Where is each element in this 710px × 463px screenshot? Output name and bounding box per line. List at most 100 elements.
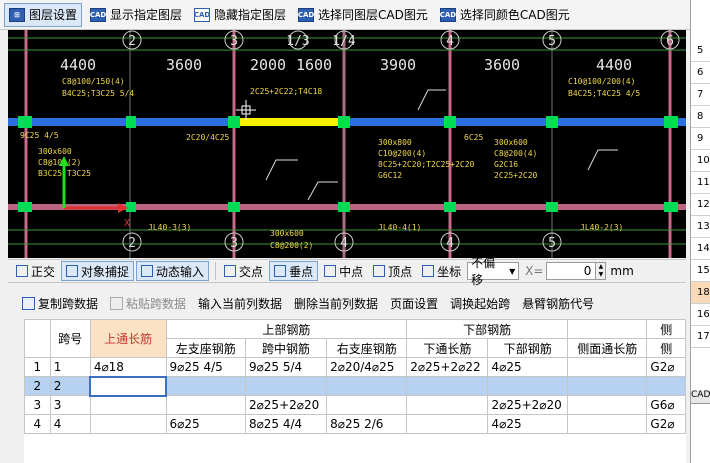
cantilever-code-button[interactable]: 悬臂钢筋代号 [522,295,594,312]
cad-annotation: 300x600 [270,229,304,238]
table-cell[interactable]: 8⌀25 4/4 [244,414,328,434]
list-item[interactable]: 11 [691,172,710,194]
table-cell[interactable]: 9⌀25 4/5 [165,357,246,377]
axis-label: 3 [230,236,238,251]
table-cell[interactable]: G2⌀ [646,357,686,377]
cad-annotation: G2C16 [494,160,518,169]
table-cell[interactable] [326,376,408,396]
cad-drawing-canvas[interactable]: 2 3 1/3 1/4 4 5 6 2 3 4 4 5 4400 3600 20… [8,30,686,258]
swap-start-span-button[interactable]: 调换起始跨 [450,295,510,312]
x-spinner[interactable]: ▲ ▼ [596,262,607,280]
intersection-toggle[interactable]: 交点 [220,261,267,281]
table-cell[interactable] [406,395,489,415]
intersection-icon [224,265,237,277]
table-cell[interactable]: 3 [49,395,91,415]
table-cell[interactable]: 4 [49,414,91,434]
col-header: 下部钢筋 [487,338,568,358]
table-cell[interactable] [566,376,648,396]
object-snap-icon [66,265,79,277]
dimension-text: 1600 [296,56,332,74]
table-cell[interactable]: 2 [49,376,91,396]
table-cell[interactable] [566,357,648,377]
side-header-spacer [566,319,648,339]
offset-select[interactable]: 不偏移 ▼ [467,256,520,287]
row-number: 2 [24,376,51,396]
axis-label: 5 [548,236,556,251]
list-item[interactable]: 9 [691,128,710,150]
table-cell[interactable] [244,376,328,396]
toolbar-separator [215,262,217,280]
select-same-layer-button[interactable]: CAD 选择同图层CAD图元 [294,3,432,27]
table-cell[interactable]: G6⌀ [646,395,686,415]
table-cell[interactable] [326,395,408,415]
top-through-header: 上通长筋 [89,319,167,358]
hide-layer-button[interactable]: CAD 隐藏指定图层 [190,3,290,27]
input-column-button[interactable]: 输入当前列数据 [198,295,282,312]
table-cell[interactable] [406,414,489,434]
table-cell[interactable]: 2⌀20/4⌀25 [326,357,408,377]
midpoint-icon [324,265,337,277]
dynamic-input-toggle[interactable]: 动态输入 [136,261,210,281]
table-cell[interactable]: 4⌀25 [487,414,568,434]
list-item[interactable]: 18 [691,282,710,304]
table-row-selected[interactable]: 2 2 [24,375,686,397]
list-item[interactable]: 7 [691,84,710,106]
dimension-text: 2000 [250,56,286,74]
table-row[interactable]: 1 1 4⌀18 9⌀25 4/5 9⌀25 5/4 2⌀20/4⌀25 2⌀2… [24,357,686,377]
layer-settings-icon: ⊞ [9,7,25,22]
list-item[interactable]: 5 [691,40,710,62]
table-cell[interactable]: 2⌀25+2⌀20 [244,395,328,415]
table-cell[interactable]: 6⌀25 [165,414,246,434]
list-item[interactable]: 16 [691,304,710,326]
table-cell[interactable] [566,395,648,415]
table-cell[interactable] [487,376,568,396]
list-item[interactable]: 17 [691,326,710,348]
coordinate-toggle[interactable]: 坐标 [418,261,465,281]
table-cell[interactable] [89,414,167,434]
list-item[interactable]: 8 [691,106,710,128]
table-cell[interactable] [165,376,246,396]
hide-layer-icon: CAD [194,7,210,22]
right-side-panel: 5 6 7 8 9 10 11 12 13 14 15 18 16 17 CAD [690,0,710,463]
list-item[interactable]: 13 [691,216,710,238]
active-cell[interactable] [89,375,168,397]
ortho-icon [16,265,28,277]
delete-column-button[interactable]: 删除当前列数据 [294,295,378,312]
table-cell[interactable] [566,414,648,434]
select-same-color-icon: CAD [440,7,456,22]
list-item[interactable]: 14 [691,238,710,260]
table-cell[interactable] [406,376,489,396]
table-cell[interactable]: 4⌀25 [487,357,568,377]
copy-span-button[interactable]: 复制跨数据 [22,295,98,312]
perpendicular-toggle[interactable]: 垂点 [269,261,319,281]
dimension-text: 3600 [484,56,520,74]
table-cell[interactable]: 2⌀25+2⌀20 [487,395,568,415]
table-cell[interactable]: 9⌀25 5/4 [244,357,328,377]
table-cell[interactable]: G2⌀ [646,414,686,434]
table-row[interactable]: 3 3 2⌀25+2⌀20 2⌀25+2⌀20 G6⌀ [24,395,686,415]
layer-settings-button[interactable]: ⊞ 图层设置 [4,2,83,27]
list-item[interactable]: 6 [691,62,710,84]
list-item[interactable]: 15 [691,260,710,282]
x-coordinate-input[interactable]: 0 [546,262,597,280]
table-cell[interactable]: 8⌀25 2/6 [326,414,408,434]
table-cell[interactable] [89,395,167,415]
table-cell[interactable]: 2⌀25+2⌀22 [406,357,489,377]
ortho-toggle[interactable]: 正交 [12,261,59,281]
vertex-toggle[interactable]: 顶点 [369,261,416,281]
object-snap-toggle[interactable]: 对象捕捉 [61,261,135,281]
table-cell[interactable]: 1 [49,357,91,377]
list-item[interactable]: 12 [691,194,710,216]
midpoint-toggle[interactable]: 中点 [320,261,367,281]
table-cell[interactable] [165,395,246,415]
select-same-color-button[interactable]: CAD 选择同颜色CAD图元 [436,3,574,27]
table-cell[interactable]: 4⌀18 [89,357,167,377]
page-setup-button[interactable]: 页面设置 [390,295,438,312]
table-row[interactable]: 4 4 6⌀25 8⌀25 4/4 8⌀25 2/6 4⌀25 G2⌀ [24,414,686,434]
list-item[interactable]: 10 [691,150,710,172]
col-header: 下通长筋 [406,338,489,358]
show-layer-button[interactable]: CAD 显示指定图层 [86,3,186,27]
x-label: X= [525,264,544,278]
table-cell[interactable] [646,376,686,396]
paste-span-button[interactable]: 粘贴跨数据 [110,295,186,312]
